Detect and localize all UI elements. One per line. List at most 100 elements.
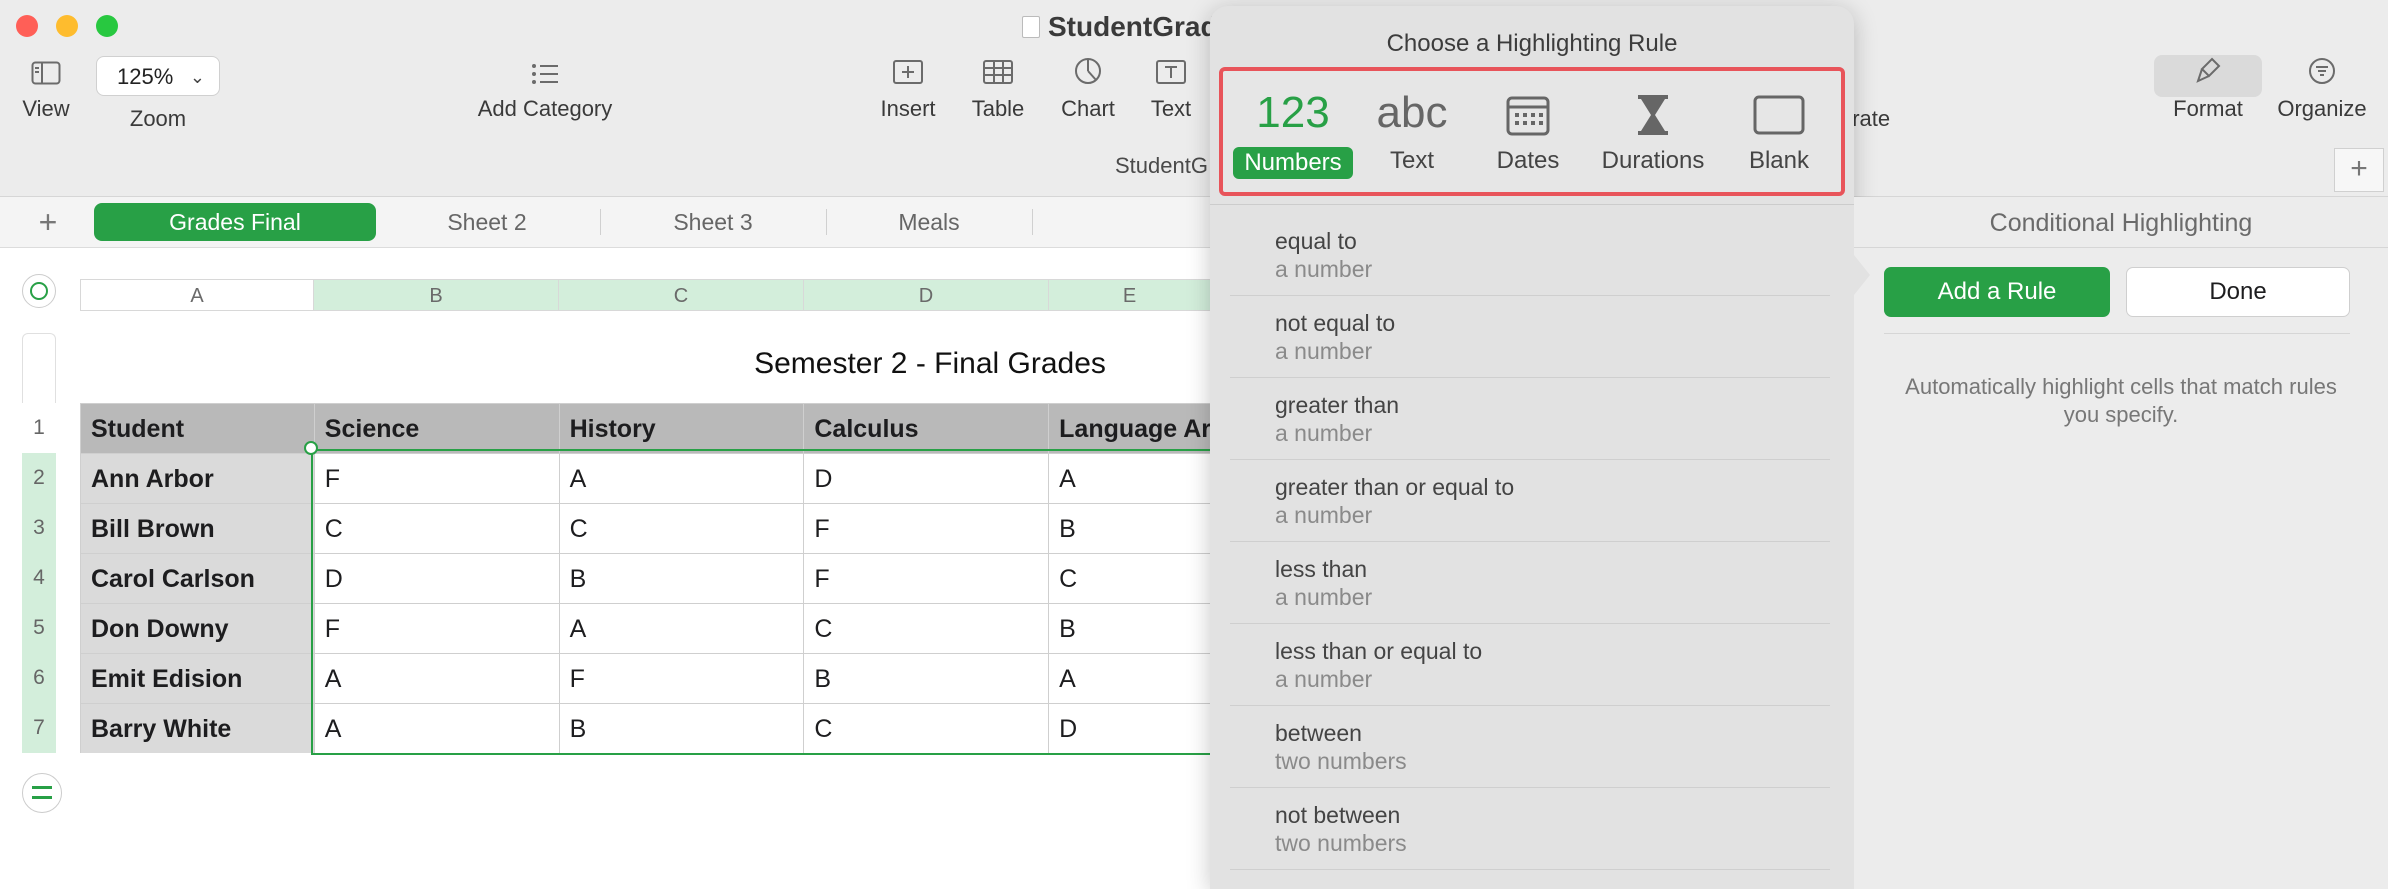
header-cell-calculus[interactable]: Calculus	[804, 404, 1050, 454]
format-button[interactable]: Format	[2154, 56, 2262, 122]
rule-type-blank-label: Blank	[1748, 147, 1810, 174]
tab-divider	[1032, 209, 1033, 235]
tab-meals[interactable]: Meals	[828, 203, 1030, 241]
rule-argument: two numbers	[1275, 830, 1407, 856]
zoom-dropdown[interactable]: 125% ⌄	[96, 56, 220, 96]
view-label: View	[22, 96, 70, 121]
row-header-7[interactable]: 7	[22, 703, 56, 753]
rule-argument: two numbers	[1275, 748, 1407, 774]
close-window-button[interactable]	[16, 15, 38, 37]
student-name-cell[interactable]: Barry White	[81, 704, 315, 753]
row-header-2[interactable]: 2	[22, 453, 56, 503]
table-header-row: Student Science History Calculus Languag…	[81, 404, 1210, 454]
tab-sheet-3[interactable]: Sheet 3	[602, 203, 824, 241]
minimize-window-button[interactable]	[56, 15, 78, 37]
rule-not-equal-to[interactable]: not equal to a number	[1230, 296, 1830, 378]
rule-type-blank[interactable]: Blank	[1723, 85, 1835, 175]
column-header-d[interactable]: D	[804, 279, 1049, 311]
rule-name: greater than	[1275, 392, 1400, 418]
rule-type-numbers-label: Numbers	[1244, 149, 1342, 176]
chart-icon	[1048, 56, 1128, 96]
rule-type-numbers[interactable]: 123 Numbers	[1233, 85, 1353, 179]
organize-label: Organize	[2277, 96, 2367, 121]
document-name-partial: StudentG	[1115, 153, 1208, 178]
plus-icon: +	[38, 204, 58, 240]
rule-name: greater than or equal to	[1275, 474, 1515, 500]
rule-name: equal to	[1275, 228, 1357, 254]
rule-greater-than-or-equal-to[interactable]: greater than or equal to a number	[1230, 460, 1830, 542]
add-sheet-button[interactable]: +	[28, 203, 68, 241]
selection-handle[interactable]	[304, 441, 318, 455]
column-header-c[interactable]: C	[559, 279, 804, 311]
rule-greater-than[interactable]: greater than a number	[1230, 378, 1830, 460]
student-name-cell[interactable]: Carol Carlson	[81, 554, 315, 604]
plus-icon: +	[2350, 152, 2368, 185]
view-button[interactable]: View	[10, 56, 82, 122]
chart-button[interactable]: Chart	[1048, 56, 1128, 122]
zoom-window-button[interactable]	[96, 15, 118, 37]
row-header-5[interactable]: 5	[22, 603, 56, 653]
tab-grades-final[interactable]: Grades Final	[94, 203, 376, 241]
calendar-icon	[1473, 85, 1583, 141]
student-name-cell[interactable]: Don Downy	[81, 604, 315, 654]
filter-icon	[2270, 56, 2374, 96]
rule-equal-to[interactable]: equal to a number	[1230, 214, 1830, 296]
row-header-3[interactable]: 3	[22, 503, 56, 553]
text-label: Text	[1150, 96, 1192, 121]
rule-type-dates-label: Dates	[1496, 147, 1560, 174]
header-cell-science[interactable]: Science	[314, 404, 560, 454]
chart-label: Chart	[1061, 96, 1115, 121]
zoom-label: Zoom	[129, 106, 187, 131]
add-rule-button[interactable]: Add a Rule	[1884, 267, 2110, 317]
popover-arrow	[1854, 255, 1870, 295]
rule-less-than-or-equal-to[interactable]: less than or equal to a number	[1230, 624, 1830, 706]
list-icon	[460, 56, 630, 96]
format-label: Format	[2173, 96, 2243, 121]
header-cell-language-arts[interactable]: Language Ar	[1049, 404, 1210, 454]
rule-type-dates[interactable]: Dates	[1473, 85, 1583, 175]
header-cell-history[interactable]: History	[559, 404, 805, 454]
add-category-button[interactable]: Add Category	[460, 56, 630, 122]
text-abc-icon: abc	[1376, 88, 1448, 137]
select-table-button[interactable]	[22, 274, 56, 308]
sidebar-divider	[1884, 333, 2350, 334]
student-name-cell[interactable]: Bill Brown	[81, 504, 315, 554]
text-button[interactable]: Text	[1134, 56, 1208, 122]
column-header-e[interactable]: E	[1049, 279, 1210, 311]
rule-type-durations-label: Durations	[1601, 147, 1705, 174]
text-box-icon	[1134, 56, 1208, 96]
rule-not-between[interactable]: not between two numbers	[1230, 788, 1830, 870]
row-header-1[interactable]: 1	[22, 403, 56, 453]
rule-less-than[interactable]: less than a number	[1230, 542, 1830, 624]
add-rows-button[interactable]	[22, 773, 62, 813]
rule-type-durations[interactable]: Durations	[1583, 85, 1723, 175]
row-header-6[interactable]: 6	[22, 653, 56, 703]
column-header-a[interactable]: A	[80, 279, 314, 311]
row-gutter-spacer	[22, 333, 56, 403]
student-name-cell[interactable]: Ann Arbor	[81, 454, 315, 504]
rule-type-text[interactable]: abc Text	[1357, 85, 1467, 175]
tab-divider	[600, 209, 601, 235]
table-title[interactable]: Semester 2 - Final Grades	[560, 347, 1300, 381]
column-header-b[interactable]: B	[314, 279, 559, 311]
done-button[interactable]: Done	[2126, 267, 2350, 317]
table-button[interactable]: Table	[958, 56, 1038, 122]
add-plus-button[interactable]: +	[2334, 148, 2384, 192]
equals-icon	[32, 786, 52, 799]
insert-label: Insert	[880, 96, 936, 121]
tab-sheet-2[interactable]: Sheet 2	[376, 203, 598, 241]
tab-divider	[826, 209, 827, 235]
header-cell-student[interactable]: Student	[81, 404, 315, 454]
rule-between[interactable]: between two numbers	[1230, 706, 1830, 788]
highlighting-rule-popover: Choose a Highlighting Rule 123 Numbers a…	[1210, 6, 1854, 889]
insert-button[interactable]: Insert	[868, 56, 948, 122]
blank-rect-icon	[1723, 85, 1835, 141]
row-header-4[interactable]: 4	[22, 553, 56, 603]
rule-argument: a number	[1275, 338, 1373, 364]
rule-name: not between	[1275, 802, 1401, 828]
table-label: Table	[971, 96, 1025, 121]
student-name-cell[interactable]: Emit Edision	[81, 654, 315, 704]
rule-name: less than	[1275, 556, 1368, 582]
rule-type-selector: 123 Numbers abc Text Dates Durations Bla…	[1219, 67, 1845, 196]
organize-button[interactable]: Organize	[2270, 56, 2374, 122]
